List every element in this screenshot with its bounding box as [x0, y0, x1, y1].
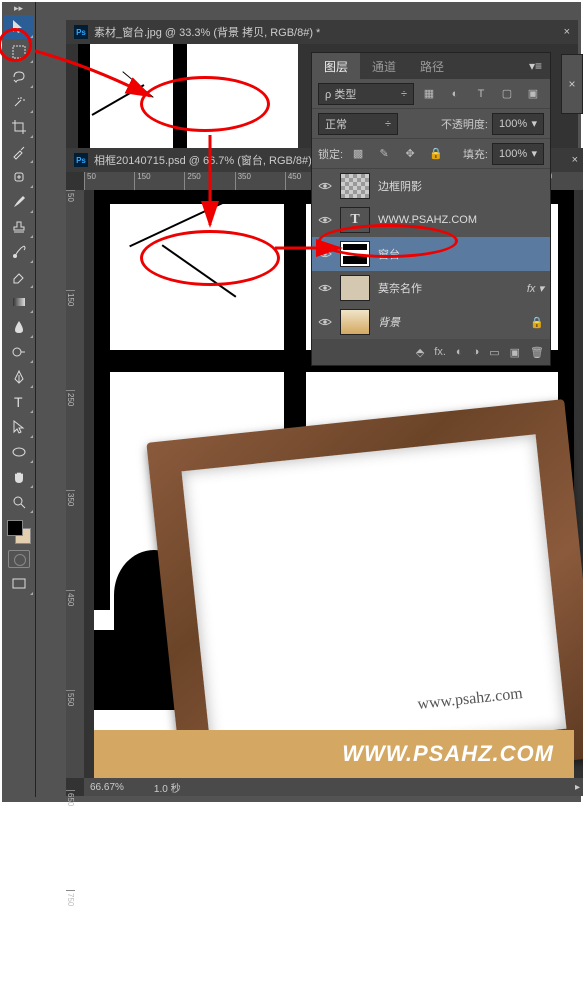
blur-tool[interactable]: [4, 315, 34, 339]
new-layer-icon[interactable]: ▣: [510, 346, 520, 359]
layer-name: 窗台: [378, 246, 400, 262]
doc2-close[interactable]: ×: [572, 154, 578, 166]
link-layers-icon[interactable]: ⬘: [416, 346, 424, 359]
anno-arrow-2: [198, 130, 228, 240]
filter-kind[interactable]: ρ 类型÷: [318, 83, 414, 105]
pen-tool[interactable]: [4, 365, 34, 389]
path-select-tool[interactable]: [4, 415, 34, 439]
foreground-color[interactable]: [7, 520, 23, 536]
status-bar: 66.67% 1.0 秒 ▸: [84, 778, 583, 796]
visibility-icon[interactable]: [318, 281, 332, 295]
shape-tool[interactable]: [4, 440, 34, 464]
toolbar-collapse[interactable]: ▸▸: [2, 2, 35, 14]
visibility-icon[interactable]: [318, 213, 332, 227]
heal-tool[interactable]: [4, 165, 34, 189]
fill-value[interactable]: 100%▾: [492, 143, 544, 165]
fill-label: 填充:: [463, 146, 488, 162]
gradient-tool[interactable]: [4, 290, 34, 314]
ps-icon: Ps: [74, 153, 88, 167]
eraser-tool[interactable]: [4, 265, 34, 289]
watermark-text: WWW.PSAHZ.COM: [342, 741, 554, 767]
doc1-tab[interactable]: Ps 素材_窗台.jpg @ 33.3% (背景 拷贝, RGB/8#) * ×: [66, 20, 578, 44]
stamp-tool[interactable]: [4, 215, 34, 239]
zoom-level[interactable]: 66.67%: [90, 782, 124, 793]
lock-trans-icon[interactable]: ▩: [347, 143, 369, 165]
type-tool[interactable]: T: [4, 390, 34, 414]
layer-name: WWW.PSAHZ.COM: [378, 214, 477, 226]
ps-icon: Ps: [74, 25, 88, 39]
anno-arrow-1: [30, 46, 170, 106]
delete-layer-icon[interactable]: 🗑: [530, 346, 544, 359]
tab-channels[interactable]: 通道: [360, 53, 408, 79]
brush-tool[interactable]: [4, 190, 34, 214]
photo-frame: www.psahz.com: [146, 399, 583, 778]
panel-dock[interactable]: ×: [561, 54, 583, 114]
ruler-vertical[interactable]: 50150250350450550650750: [66, 190, 84, 778]
panel-close[interactable]: ×: [562, 55, 582, 91]
layer-name: 莫奈名作: [378, 280, 422, 296]
adjustment-icon[interactable]: ◑: [473, 346, 480, 358]
fx-indicator[interactable]: fx ▾: [527, 282, 544, 295]
layer-background[interactable]: 背景 🔒: [312, 305, 550, 339]
visibility-icon[interactable]: [318, 315, 332, 329]
fx-icon[interactable]: fx.: [434, 346, 446, 358]
layers-footer: ⬘ fx. ◐ ◑ ▭ ▣ 🗑: [312, 339, 550, 365]
filter-type-icon[interactable]: T: [470, 83, 492, 105]
group-icon[interactable]: ▭: [489, 346, 499, 359]
screen-mode[interactable]: [4, 572, 34, 596]
visibility-icon[interactable]: [318, 179, 332, 193]
bottom-strip: WWW.PSAHZ.COM: [94, 730, 574, 778]
lock-all-icon[interactable]: 🔒: [425, 143, 447, 165]
layer-frame-shadow[interactable]: 边框阴影: [312, 169, 550, 203]
filter-adjust-icon[interactable]: ◐: [444, 83, 466, 105]
opacity-value[interactable]: 100%▾: [492, 113, 544, 135]
blend-mode[interactable]: 正常÷: [318, 113, 398, 135]
lock-pos-icon[interactable]: ✥: [399, 143, 421, 165]
anno-arrow-3: [270, 238, 350, 258]
history-brush-tool[interactable]: [4, 240, 34, 264]
mask-icon[interactable]: ◐: [456, 346, 463, 358]
crop-tool[interactable]: [4, 115, 34, 139]
tab-layers[interactable]: 图层: [312, 53, 360, 79]
layer-monet[interactable]: 莫奈名作 fx ▾: [312, 271, 550, 305]
status-time: 1.0 秒: [154, 780, 181, 795]
doc1-close[interactable]: ×: [564, 26, 570, 38]
layer-name: 边框阴影: [378, 178, 422, 194]
zoom-tool[interactable]: [4, 490, 34, 514]
eyedropper-tool[interactable]: [4, 140, 34, 164]
layer-name: 背景: [378, 314, 400, 330]
color-swatches[interactable]: [7, 520, 31, 544]
lock-paint-icon[interactable]: ✎: [373, 143, 395, 165]
lock-icon: 🔒: [530, 316, 544, 329]
layers-panel: 图层 通道 路径 ▾≡ ρ 类型÷ ▦ ◐ T ▢ ▣ 正常÷ 不透明度: 10…: [311, 52, 551, 366]
doc1-title: 素材_窗台.jpg @ 33.3% (背景 拷贝, RGB/8#) *: [94, 24, 320, 40]
move-tool[interactable]: [4, 15, 34, 39]
layer-text-watermark[interactable]: T WWW.PSAHZ.COM: [312, 203, 550, 237]
lock-label: 锁定:: [318, 146, 343, 162]
dodge-tool[interactable]: [4, 340, 34, 364]
quick-mask-toggle[interactable]: [8, 550, 30, 568]
panel-menu[interactable]: ▾≡: [521, 59, 550, 73]
filter-shape-icon[interactable]: ▢: [496, 83, 518, 105]
toolbar: ▸▸ T: [2, 2, 36, 797]
tab-paths[interactable]: 路径: [408, 53, 456, 79]
filter-image-icon[interactable]: ▦: [418, 83, 440, 105]
opacity-label: 不透明度:: [441, 116, 488, 132]
filter-smart-icon[interactable]: ▣: [522, 83, 544, 105]
svg-text:T: T: [14, 394, 23, 410]
hand-tool[interactable]: [4, 465, 34, 489]
